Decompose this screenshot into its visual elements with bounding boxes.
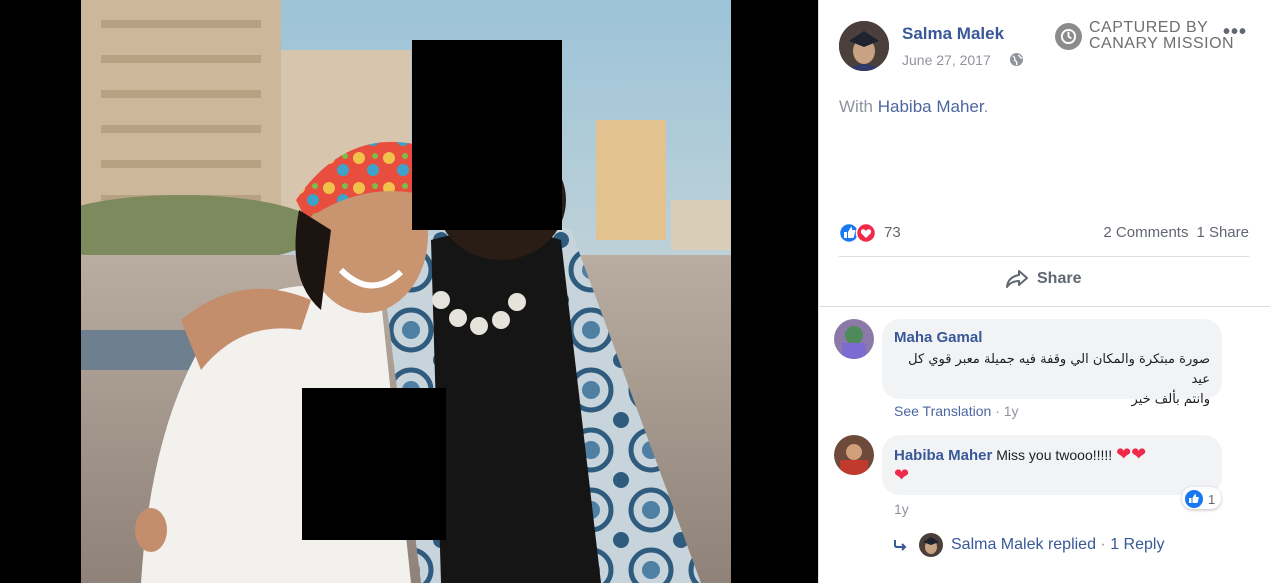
comment-bubble: Habiba Maher Miss you twooo!!!!! ❤❤ ❤ <box>882 435 1222 495</box>
author-avatar[interactable] <box>839 21 889 71</box>
replied-label: replied <box>1047 536 1096 553</box>
post-photo[interactable] <box>81 0 731 583</box>
redaction-box <box>412 40 562 230</box>
post-date[interactable]: June 27, 2017 <box>902 52 991 68</box>
redaction-box <box>302 388 446 540</box>
comment-bubble: Maha Gamal صورة مبتكرة والمكان الي وقفة … <box>882 319 1222 407</box>
comment-body: Habiba Maher Miss you twooo!!!!! ❤❤ <box>894 444 1210 466</box>
comments-section: Maha Gamal صورة مبتكرة والمكان الي وقفة … <box>819 306 1270 583</box>
post-author-name[interactable]: Salma Malek <box>902 24 1004 44</box>
like-icon <box>1185 490 1203 508</box>
share-button-label: Share <box>1037 270 1082 287</box>
more-options-icon[interactable]: ••• <box>1223 22 1247 42</box>
comment-like-count: 1 <box>1208 491 1216 507</box>
comment-time[interactable]: 1y <box>1004 403 1019 419</box>
reply-count: 1 Reply <box>1110 536 1165 553</box>
love-icon <box>855 222 877 244</box>
comment-author[interactable]: Habiba Maher <box>894 447 992 464</box>
see-translation-link[interactable]: See Translation <box>894 403 991 419</box>
like-icon <box>838 222 860 244</box>
post-side-panel: Salma Malek June 27, 2017 CAPTURED BY CA… <box>818 0 1270 583</box>
divider <box>839 256 1249 257</box>
reply-separator: · <box>1100 536 1106 553</box>
view-replies-link[interactable]: Salma Malek replied · 1 Reply <box>893 533 1164 557</box>
comment-author[interactable]: Maha Gamal <box>894 329 1210 346</box>
commenter-avatar[interactable] <box>834 319 874 359</box>
globe-icon <box>1009 52 1024 67</box>
post-caption: With Habiba Maher. <box>839 97 988 117</box>
heart-emoji: ❤❤ <box>1116 444 1147 464</box>
comments-count-link[interactable]: 2 Comments <box>1103 224 1188 241</box>
caption-prefix: With <box>839 97 878 116</box>
comment-like-badge[interactable]: 1 <box>1182 487 1222 509</box>
shares-count-link[interactable]: 1 Share <box>1196 224 1249 241</box>
reply-author-avatar <box>919 533 943 557</box>
share-button[interactable]: Share <box>1005 269 1081 289</box>
comment-meta: 1y <box>894 501 909 517</box>
heart-emoji: ❤ <box>894 465 910 485</box>
comment-meta: See Translation · 1y <box>894 403 1019 419</box>
commenter-avatar[interactable] <box>834 435 874 475</box>
comment-text: Miss you twooo!!!!! <box>996 447 1117 463</box>
clock-icon <box>1055 22 1082 50</box>
comment-time[interactable]: 1y <box>894 501 909 517</box>
reply-author: Salma Malek <box>951 536 1044 553</box>
reactions-summary: 73 2 Comments 1 Share <box>838 222 1249 244</box>
engagement-counts: 2 Comments 1 Share <box>1103 224 1249 241</box>
watermark-line-1: CAPTURED BY <box>1089 19 1209 36</box>
reply-arrow-icon <box>894 540 907 551</box>
tagged-person-link[interactable]: Habiba Maher <box>878 97 984 116</box>
capture-watermark: CAPTURED BY CANARY MISSION <box>1055 20 1234 52</box>
reaction-count[interactable]: 73 <box>884 224 901 241</box>
reaction-icons[interactable] <box>838 222 881 244</box>
caption-suffix: . <box>983 97 989 116</box>
share-arrow-icon <box>1006 270 1028 288</box>
photo-viewer <box>0 0 818 583</box>
comment-text-line-1: صورة مبتكرة والمكان الي وقفة فيه جميلة م… <box>908 352 1210 387</box>
watermark-line-2: CANARY MISSION <box>1089 35 1235 52</box>
